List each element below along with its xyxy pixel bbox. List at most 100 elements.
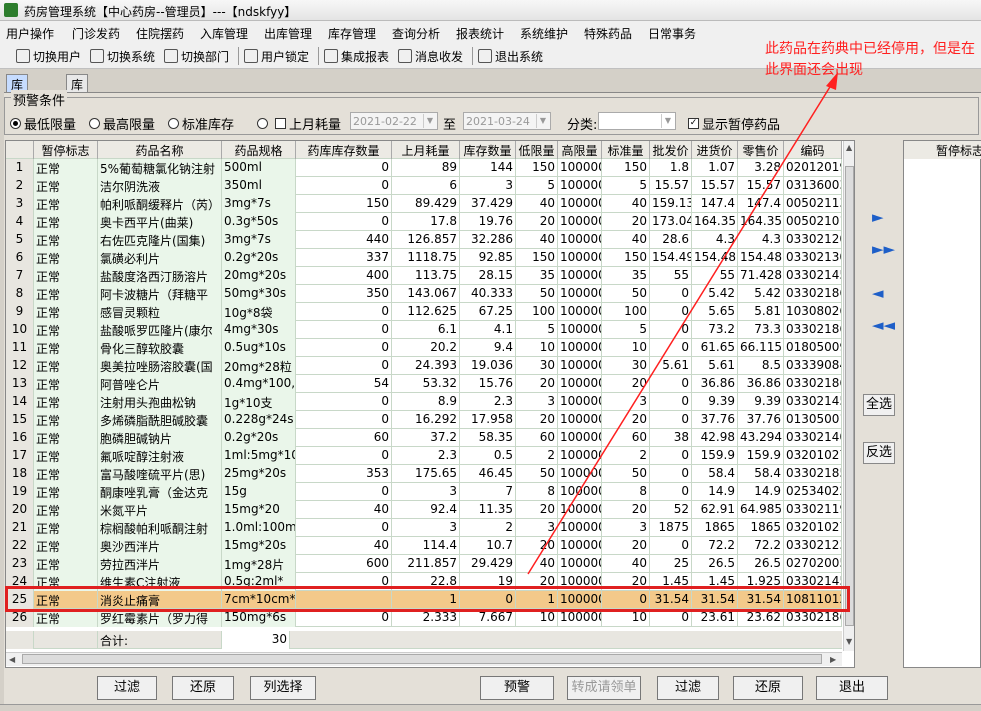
column-header-row-number[interactable]	[6, 141, 34, 159]
cell-wholesale-price: 0	[650, 339, 692, 357]
table-row[interactable]: 15 正常 多烯磷脂酰胆碱胶囊 0.228g*24s 0 16.292 17.958 20 10…	[6, 411, 842, 429]
column-header-high-limit[interactable]: 高限量	[558, 141, 602, 159]
table-row[interactable]: 17 正常 氟哌啶醇注射液 1ml:5mg*10 0 2.3 0.5 2 100000 2 0 159…	[6, 447, 842, 465]
column-header-drug-spec[interactable]: 药品规格	[222, 141, 296, 159]
exit-system-button[interactable]: 退出系统	[478, 47, 543, 65]
table-row[interactable]: 21 正常 棕榈酸帕利哌酮注射 1.0ml:100m 0 3 2 3 100000 3 1875 18…	[6, 519, 842, 537]
invert-selection-button[interactable]: 反选	[863, 442, 895, 464]
table-row[interactable]: 13 正常 阿普唑仑片 0.4mg*100, 54 53.32 15.76 20 100000 2…	[6, 375, 842, 393]
table-row[interactable]: 18 正常 富马酸喹硫平片(思) 25mg*20s 353 175.65 46.45 50 10…	[6, 465, 842, 483]
table-row[interactable]: 11 正常 骨化三醇软胶囊 0.5ug*10s 0 20.2 9.4 10 100000 10 0 6…	[6, 339, 842, 357]
column-header-retail-price[interactable]: 零售价	[738, 141, 784, 159]
column-header-stock-qty[interactable]: 库存数量	[460, 141, 516, 159]
table-row[interactable]: 19 正常 酮康唑乳膏（金达克 15g 0 3 7 8 100000 8 0 14.9 14.9 0253…	[6, 483, 842, 501]
switch-department-button[interactable]: 切换部门	[164, 47, 229, 65]
column-header-warehouse-stock[interactable]: 药库库存数量	[296, 141, 392, 159]
dropdown-arrow-icon[interactable]: ▼	[423, 114, 436, 128]
move-all-right-icon[interactable]: ►►	[872, 240, 895, 258]
move-right-icon[interactable]: ►	[872, 208, 884, 226]
filter-button-right[interactable]: 过滤	[657, 676, 719, 700]
menu-user-ops[interactable]: 用户操作	[6, 25, 54, 42]
right-col-paused: 暂停标志	[936, 144, 981, 158]
date-to-input[interactable]: 2021-03-24 ▼	[463, 112, 551, 130]
table-row[interactable]: 12 正常 奥美拉唑肠溶胶囊(国 20mg*28粒 0 24.393 19.036 30 100…	[6, 357, 842, 375]
cell-row-number: 14	[6, 393, 34, 411]
column-header-standard-qty[interactable]: 标准量	[602, 141, 650, 159]
dropdown-arrow-icon[interactable]: ▼	[536, 114, 549, 128]
table-row[interactable]: 16 正常 胞磷胆碱钠片 0.2g*20s 60 37.2 58.35 60 100000 60 3…	[6, 429, 842, 447]
table-row[interactable]: 2 正常 洁尔阴洗液 350ml 0 6 3 5 100000 5 15.57 15.57 15.57 0…	[6, 177, 842, 195]
column-header-low-limit[interactable]: 低限量	[516, 141, 558, 159]
column-header-code[interactable]: 编码	[784, 141, 842, 159]
menu-reports[interactable]: 报表统计	[456, 25, 504, 42]
restore-button-left[interactable]: 还原	[172, 676, 234, 700]
table-row[interactable]: 14 正常 注射用头孢曲松钠 1g*10支 0 8.9 2.3 3 100000 3 0 9.39 9.…	[6, 393, 842, 411]
column-header-last-month-usage[interactable]: 上月耗量	[392, 141, 460, 159]
radio-last-month[interactable]: 上月耗量	[257, 114, 341, 133]
tab-limit-maintenance[interactable]: 库存量限额维护	[66, 74, 89, 194]
table-row[interactable]: 6 正常 氯磺必利片 0.2g*20s 337 1118.75 92.85 150 100000…	[6, 249, 842, 267]
table-row[interactable]: 22 正常 奥沙西泮片 15mg*20s 40 114.4 10.7 20 100000 20 0 7…	[6, 537, 842, 555]
table-row[interactable]: 7 正常 盐酸度洛西汀肠溶片 20mg*20s 400 113.75 28.15 35 1000…	[6, 267, 842, 285]
horizontal-scroll-thumb[interactable]	[22, 654, 822, 664]
scroll-up-icon[interactable]: ▲	[846, 143, 852, 152]
move-left-icon[interactable]: ◄	[872, 284, 884, 302]
category-select[interactable]: ▼	[598, 112, 676, 130]
show-paused-checkbox[interactable]: ✓ 显示暂停药品	[688, 114, 780, 133]
horizontal-scrollbar[interactable]: ◀ ▶	[6, 652, 842, 666]
table-row[interactable]: 5 正常 右佐匹克隆片(国集) 3mg*7s 440 126.857 32.286 40 100…	[6, 231, 842, 249]
restore-button-right[interactable]: 还原	[733, 676, 803, 700]
table-row[interactable]: 10 正常 盐酸哌罗匹隆片(康尔 4mg*30s 0 6.1 4.1 5 100000 5 0 73.…	[6, 321, 842, 339]
table-row[interactable]: 3 正常 帕利哌酮缓释片（芮） 3mg*7s 150 89.429 37.429 40 1000…	[6, 195, 842, 213]
scroll-down-icon[interactable]: ▼	[846, 637, 852, 646]
column-header-wholesale-price[interactable]: 批发价	[650, 141, 692, 159]
exit-button[interactable]: 退出	[816, 676, 888, 700]
table-row[interactable]: 23 正常 劳拉西泮片 1mg*28片 600 211.857 29.429 40 100000…	[6, 555, 842, 573]
cell-purchase-price: 26.5	[692, 555, 738, 573]
vertical-scroll-thumb[interactable]	[845, 166, 854, 626]
menu-query[interactable]: 查询分析	[392, 25, 440, 42]
column-header-drug-name[interactable]: 药品名称	[98, 141, 222, 159]
integrated-report-button[interactable]: 集成报表	[324, 47, 389, 65]
switch-user-button[interactable]: 切换用户	[16, 47, 81, 65]
table-row[interactable]: 8 正常 阿卡波糖片（拜糖平 50mg*30s 350 143.067 40.333 50 10…	[6, 285, 842, 303]
select-all-button[interactable]: 全选	[863, 394, 895, 416]
filter-button-left[interactable]: 过滤	[97, 676, 157, 700]
cell-drug-spec: 0.2g*20s	[222, 429, 296, 447]
move-all-left-icon[interactable]: ◄◄	[872, 316, 895, 334]
menu-inventory[interactable]: 库存管理	[328, 25, 376, 42]
dropdown-arrow-icon[interactable]: ▼	[661, 114, 674, 128]
column-header-purchase-price[interactable]: 进货价	[692, 141, 738, 159]
vertical-scrollbar[interactable]: ▲ ▼	[843, 141, 854, 651]
table-row[interactable]: 1 正常 5%葡萄糖氯化钠注射 500ml 0 89 144 150 100000 150 1.8 1…	[6, 159, 842, 177]
radio-max-limit[interactable]: 最高限量	[89, 114, 155, 133]
scroll-right-icon[interactable]: ▶	[830, 655, 836, 664]
column-select-button[interactable]: 列选择	[250, 676, 316, 700]
warning-button[interactable]: 预警	[480, 676, 554, 700]
cell-retail-price: 73.3	[738, 321, 784, 339]
switch-system-button[interactable]: 切换系统	[90, 47, 155, 65]
messages-button[interactable]: 消息收发	[398, 47, 463, 65]
radio-min-limit[interactable]: 最低限量	[10, 114, 76, 133]
cell-last-month-usage: 143.067	[392, 285, 460, 303]
table-row[interactable]: 9 正常 感冒灵颗粒 10g*8袋 0 112.625 67.25 100 100000 100 0…	[6, 303, 842, 321]
date-from-input[interactable]: 2021-02-22 ▼	[350, 112, 438, 130]
radio-standard-stock[interactable]: 标准库存	[168, 114, 234, 133]
scroll-left-icon[interactable]: ◀	[9, 655, 15, 664]
menu-stock-in[interactable]: 入库管理	[200, 25, 248, 42]
table-row[interactable]: 20 正常 米氮平片 15mg*20 40 92.4 11.35 20 100000 20 52 62…	[6, 501, 842, 519]
menu-outpatient[interactable]: 门诊发药	[72, 25, 120, 42]
menu-daily[interactable]: 日常事务	[648, 25, 696, 42]
cell-stock-qty: 92.85	[460, 249, 516, 267]
menu-stock-out[interactable]: 出库管理	[264, 25, 312, 42]
menu-special-drugs[interactable]: 特殊药品	[584, 25, 632, 42]
table-row[interactable]: 4 正常 奥卡西平片(曲莱) 0.3g*50s 0 17.8 19.76 20 100000 20…	[6, 213, 842, 231]
cell-drug-name: 骨化三醇软胶囊	[98, 339, 222, 357]
menu-system[interactable]: 系统维护	[520, 25, 568, 42]
cell-standard-qty: 60	[602, 429, 650, 447]
cell-high-limit: 100000	[558, 555, 602, 573]
menu-inpatient[interactable]: 住院摆药	[136, 25, 184, 42]
column-header-paused-flag[interactable]: 暂停标志	[34, 141, 98, 159]
lock-user-button[interactable]: 用户锁定	[244, 47, 309, 65]
cell-stock-qty: 37.429	[460, 195, 516, 213]
